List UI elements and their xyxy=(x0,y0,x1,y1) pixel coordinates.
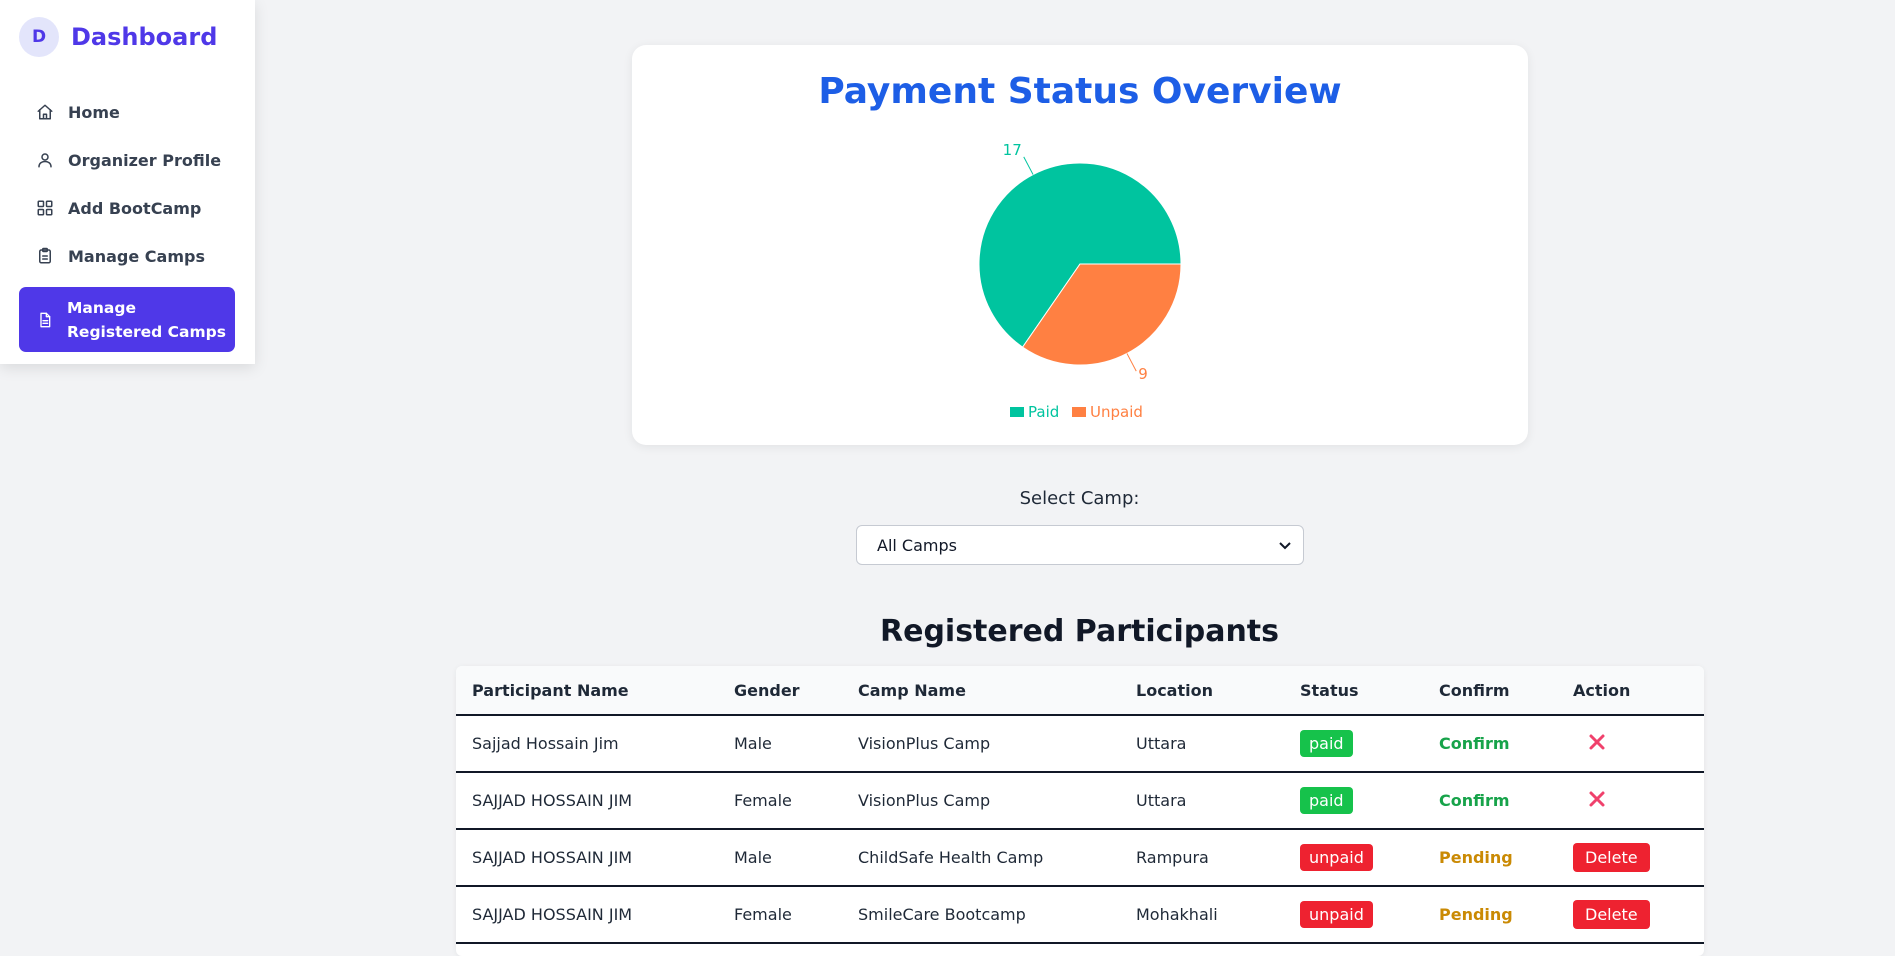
sidebar-item-organizer-profile[interactable]: Organizer Profile xyxy=(19,136,235,184)
sidebar-item-add-bootcamp[interactable]: Add BootCamp xyxy=(19,184,235,232)
participant-name: SAJJAD HOSSAIN JIM xyxy=(456,772,718,830)
table-row: SAJJAD HOSSAIN JIM Male ChildSafe Health… xyxy=(456,829,1704,887)
sidebar-item-manage-registered-camps[interactable]: Manage Registered Camps xyxy=(19,287,235,352)
participant-gender: Female xyxy=(718,772,842,830)
sidebar-item-label: Add BootCamp xyxy=(68,198,202,218)
sidebar-item-manage-camps[interactable]: Manage Camps xyxy=(19,232,235,280)
cancel-icon[interactable] xyxy=(1586,788,1608,810)
camp-name: SmileCare Bootcamp xyxy=(842,886,1120,944)
dashboard-title[interactable]: Dashboard xyxy=(71,23,217,51)
confirm-status[interactable]: Confirm xyxy=(1439,734,1510,753)
header-camp-name: Camp Name xyxy=(842,666,1120,716)
camp-name: ChildSafe Health Camp xyxy=(842,829,1120,887)
pie-label-line xyxy=(1126,353,1137,372)
header-location: Location xyxy=(1120,666,1284,716)
pie-value-label: 17 xyxy=(1003,141,1022,159)
camp-location: Uttara xyxy=(1120,772,1284,830)
participant-gender: Male xyxy=(718,715,842,773)
camp-name: VisionPlus Camp xyxy=(842,715,1120,773)
legend-label: Unpaid xyxy=(1090,403,1143,421)
status-badge: paid xyxy=(1300,787,1353,814)
participant-name: Sajjad Hossain Jim xyxy=(456,715,718,773)
clipboard-icon xyxy=(35,246,55,266)
grid-icon xyxy=(35,198,55,218)
select-camp-label: Select Camp: xyxy=(1019,488,1140,509)
avatar: D xyxy=(19,17,59,57)
home-icon xyxy=(35,102,55,122)
table-header-row: Participant Name Gender Camp Name Locati… xyxy=(456,666,1704,716)
document-icon xyxy=(35,310,55,330)
sidebar-item-label: Organizer Profile xyxy=(68,150,222,170)
table-row: SAJJAD HOSSAIN JIM Female SmileCare Boot… xyxy=(456,886,1704,944)
legend-item-paid: Paid xyxy=(1010,403,1059,421)
pie-value-label: 9 xyxy=(1138,365,1148,383)
participant-name: SAJJAD HOSSAIN JIM xyxy=(456,886,718,944)
header-gender: Gender xyxy=(718,666,842,716)
delete-button[interactable]: Delete xyxy=(1573,843,1650,872)
brand: D Dashboard xyxy=(19,17,217,57)
header-status: Status xyxy=(1284,666,1423,716)
chevron-down-icon xyxy=(1277,537,1293,553)
confirm-status: Pending xyxy=(1439,905,1513,924)
legend-swatch xyxy=(1010,407,1024,417)
delete-button[interactable]: Delete xyxy=(1573,900,1650,929)
header-action: Action xyxy=(1557,666,1704,716)
table-title: Registered Participants xyxy=(880,614,1279,649)
payment-pie-chart: 17 9 Paid Unpaid xyxy=(978,141,1182,421)
participants-table: Participant Name Gender Camp Name Locati… xyxy=(456,666,1704,956)
camp-name: VisionPlus Camp xyxy=(842,772,1120,830)
sidebar-item-label: Manage Registered Camps xyxy=(67,298,226,341)
pie-label-line xyxy=(1023,156,1034,175)
camp-select[interactable]: All Camps xyxy=(856,525,1304,565)
camp-select-value: All Camps xyxy=(877,535,957,555)
sidebar-nav: Home Organizer Profile Add BootCamp Mana… xyxy=(19,88,235,352)
camp-location: Rampura xyxy=(1120,829,1284,887)
camp-location: Mohakhali xyxy=(1120,886,1284,944)
confirm-status: Pending xyxy=(1439,848,1513,867)
legend-label: Paid xyxy=(1028,403,1059,421)
camp-location: Uttara xyxy=(1120,715,1284,773)
table-row: Sajjad Hossain Jim Male VisionPlus Camp … xyxy=(456,715,1704,773)
status-badge: unpaid xyxy=(1300,901,1373,928)
participant-name: SAJJAD HOSSAIN JIM xyxy=(456,829,718,887)
legend-item-unpaid: Unpaid xyxy=(1072,403,1143,421)
sidebar-item-label: Manage Camps xyxy=(68,246,205,266)
user-icon xyxy=(35,150,55,170)
chart-card: Payment Status Overview 17 9 Paid Unpaid xyxy=(632,45,1528,445)
confirm-status[interactable]: Confirm xyxy=(1439,791,1510,810)
sidebar: D Dashboard Home Organizer Profile Add B… xyxy=(0,0,255,364)
legend-swatch xyxy=(1072,407,1086,417)
table-row: SAJJAD HOSSAIN JIM Female VisionPlus Cam… xyxy=(456,772,1704,830)
sidebar-item-home[interactable]: Home xyxy=(19,88,235,136)
sidebar-item-label: Home xyxy=(68,102,120,122)
header-confirm: Confirm xyxy=(1423,666,1557,716)
header-participant-name: Participant Name xyxy=(456,666,718,716)
status-badge: paid xyxy=(1300,730,1353,757)
status-badge: unpaid xyxy=(1300,844,1373,871)
participant-gender: Female xyxy=(718,886,842,944)
participant-gender: Male xyxy=(718,829,842,887)
cancel-icon[interactable] xyxy=(1586,731,1608,753)
